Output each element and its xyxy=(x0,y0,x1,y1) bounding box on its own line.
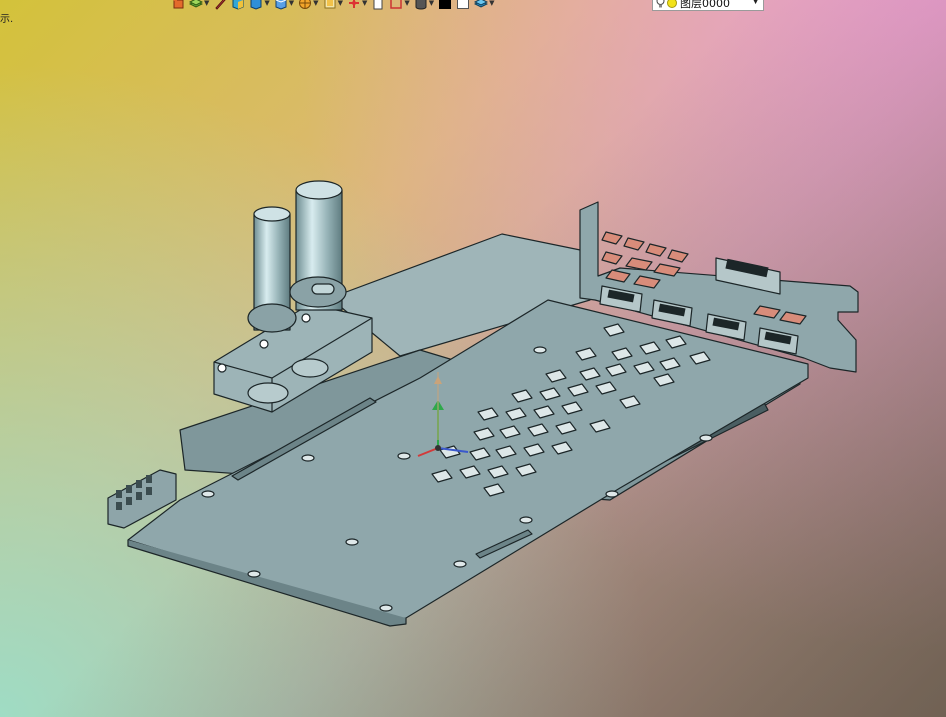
water-fittings xyxy=(247,180,347,333)
gpu-model[interactable] xyxy=(107,180,859,627)
3d-viewport[interactable] xyxy=(0,0,946,717)
